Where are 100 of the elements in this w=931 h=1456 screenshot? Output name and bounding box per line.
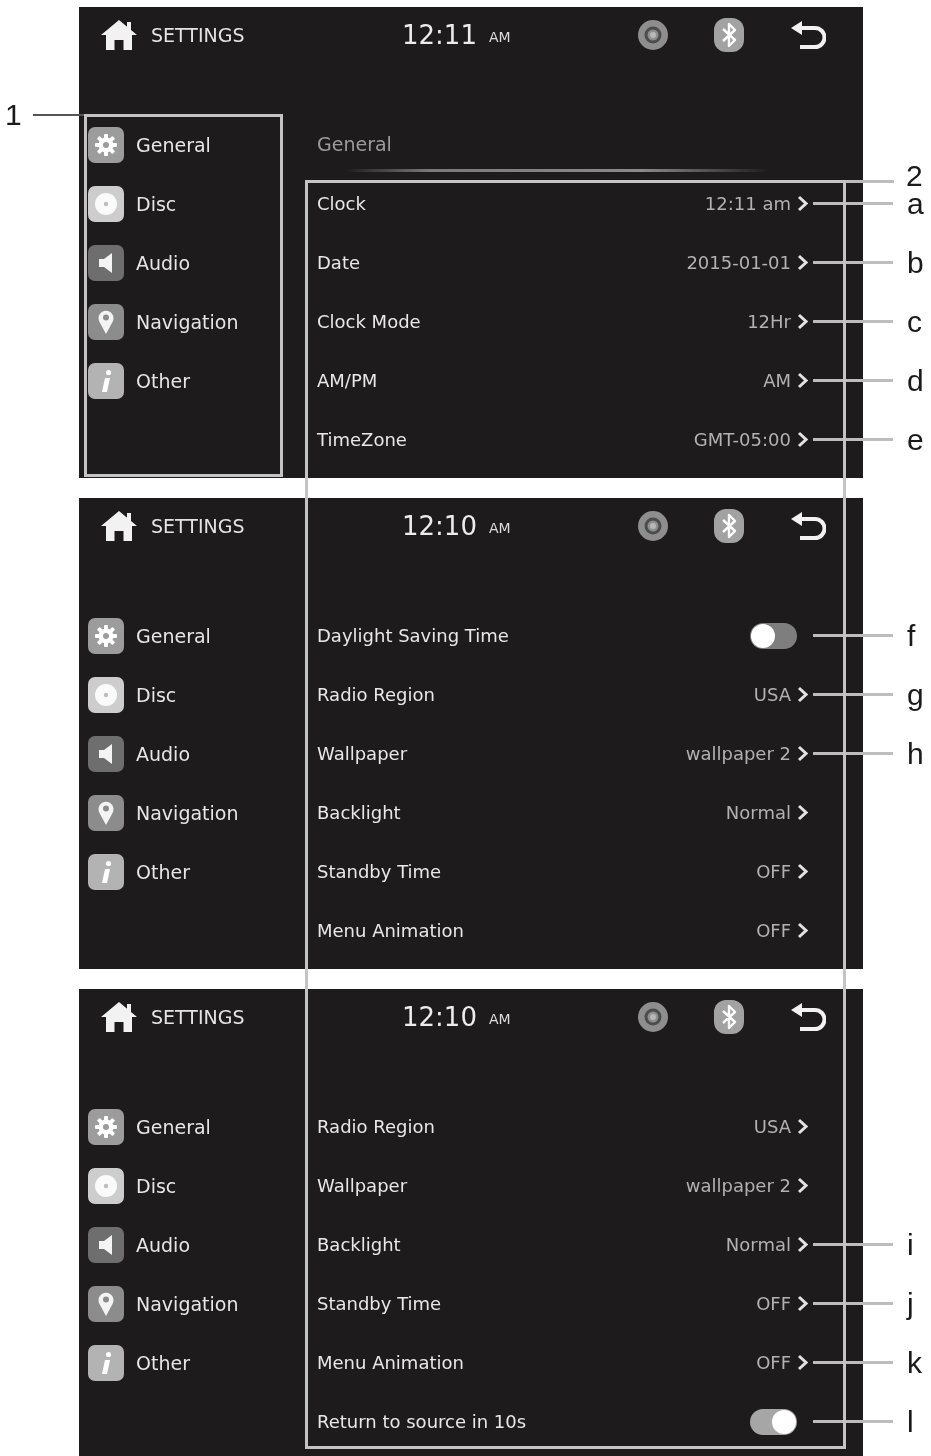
back-icon[interactable]	[790, 511, 826, 541]
setting-label[interactable]: Clock Mode	[317, 311, 748, 332]
home-icon[interactable]	[100, 1001, 138, 1033]
sidebar-item[interactable]: General	[136, 1115, 211, 1138]
chevron-right-icon[interactable]	[797, 254, 808, 271]
sidebar-item[interactable]: Disc	[136, 192, 177, 215]
chevron-right-icon[interactable]	[797, 922, 808, 939]
map-pin-icon[interactable]	[88, 303, 124, 340]
setting-label[interactable]: Backlight	[317, 1234, 726, 1255]
setting-label[interactable]: Backlight	[317, 802, 726, 823]
chevron-right-icon[interactable]	[797, 686, 808, 703]
callout-letter: k	[907, 1347, 922, 1378]
callout-letter: i	[907, 1229, 914, 1260]
callout-number: 1	[5, 100, 22, 130]
setting-label[interactable]: Menu Animation	[317, 1352, 757, 1373]
am-pm-label: AM	[488, 1011, 511, 1027]
sidebar-item[interactable]: Disc	[136, 683, 177, 706]
info-icon[interactable]	[88, 1344, 124, 1381]
leader-line	[32, 114, 84, 116]
setting-label[interactable]: Menu Animation	[317, 920, 757, 941]
gear-icon[interactable]	[88, 1108, 124, 1145]
toggle-switch[interactable]	[750, 622, 797, 649]
sidebar-item[interactable]: Other	[136, 860, 190, 883]
bluetooth-icon[interactable]	[714, 18, 744, 52]
chevron-right-icon[interactable]	[797, 745, 808, 762]
sidebar-item[interactable]: Audio	[136, 251, 190, 274]
setting-label[interactable]: Radio Region	[317, 684, 754, 705]
chevron-right-icon[interactable]	[797, 1295, 808, 1312]
callout-letter: d	[907, 365, 924, 396]
setting-label[interactable]: Daylight Saving Time	[317, 625, 750, 646]
map-pin-icon[interactable]	[88, 1285, 124, 1322]
section-title: General	[317, 133, 392, 155]
setting-label[interactable]: Date	[317, 252, 687, 273]
setting-label[interactable]: Standby Time	[317, 861, 757, 882]
sidebar-item[interactable]: Navigation	[136, 801, 239, 824]
setting-value: 12:11 am	[704, 193, 791, 214]
map-pin-icon[interactable]	[88, 794, 124, 831]
gear-icon[interactable]	[88, 617, 124, 654]
callout-letter: f	[907, 620, 916, 651]
chevron-right-icon[interactable]	[797, 1354, 808, 1371]
sidebar-item[interactable]: Navigation	[136, 310, 239, 333]
setting-value: USA	[753, 1116, 791, 1137]
setting-label[interactable]: AM/PM	[317, 370, 764, 391]
setting-label[interactable]: Wallpaper	[317, 1175, 686, 1196]
setting-label[interactable]: Clock	[317, 193, 705, 214]
sidebar-item[interactable]: Navigation	[136, 1292, 239, 1315]
setting-value: wallpaper 2	[685, 1175, 791, 1196]
leader-line	[846, 179, 894, 183]
callout-letter: h	[907, 738, 924, 769]
callout-number: 2	[906, 161, 923, 191]
chevron-right-icon[interactable]	[797, 372, 808, 389]
home-icon[interactable]	[100, 510, 138, 542]
toggle-switch[interactable]	[750, 1408, 797, 1435]
back-icon[interactable]	[790, 20, 826, 50]
info-icon[interactable]	[88, 853, 124, 890]
sidebar-item[interactable]: Audio	[136, 1233, 190, 1256]
callout-letter: g	[907, 679, 924, 710]
sidebar-item[interactable]: Other	[136, 369, 190, 392]
setting-label[interactable]: Return to source in 10s	[317, 1411, 750, 1432]
chevron-right-icon[interactable]	[797, 313, 808, 330]
chevron-right-icon[interactable]	[797, 1118, 808, 1135]
gear-icon[interactable]	[88, 126, 124, 163]
info-icon[interactable]	[88, 362, 124, 399]
chevron-right-icon[interactable]	[797, 863, 808, 880]
setting-label[interactable]: Radio Region	[317, 1116, 754, 1137]
chevron-right-icon[interactable]	[797, 195, 808, 212]
callout-letter: a	[907, 188, 924, 219]
clock-time: 12:10	[402, 1002, 477, 1032]
disc-icon[interactable]	[638, 20, 668, 50]
chevron-right-icon[interactable]	[797, 431, 808, 448]
setting-value: GMT-05:00	[693, 429, 791, 450]
chevron-right-icon[interactable]	[797, 1177, 808, 1194]
sidebar-item[interactable]: General	[136, 624, 211, 647]
screen-title: SETTINGS	[151, 24, 245, 46]
chevron-right-icon[interactable]	[797, 804, 808, 821]
setting-value: 2015-01-01	[686, 252, 791, 273]
home-icon[interactable]	[100, 19, 138, 51]
sidebar-item[interactable]: Disc	[136, 1174, 177, 1197]
setting-value: OFF	[756, 920, 791, 941]
setting-label[interactable]: TimeZone	[317, 429, 694, 450]
setting-label[interactable]: Standby Time	[317, 1293, 757, 1314]
speaker-icon[interactable]	[88, 735, 124, 772]
am-pm-label: AM	[488, 520, 511, 536]
disc-icon[interactable]	[638, 1002, 668, 1032]
setting-value: Normal	[725, 1234, 791, 1255]
setting-label[interactable]: Wallpaper	[317, 743, 686, 764]
sidebar-item[interactable]: General	[136, 133, 211, 156]
sidebar-item[interactable]: Other	[136, 1351, 190, 1374]
setting-value: Normal	[725, 802, 791, 823]
bluetooth-icon[interactable]	[714, 1000, 744, 1034]
disc-icon[interactable]	[638, 511, 668, 541]
setting-value: OFF	[756, 1352, 791, 1373]
speaker-icon[interactable]	[88, 1226, 124, 1263]
speaker-icon[interactable]	[88, 244, 124, 281]
back-icon[interactable]	[790, 1002, 826, 1032]
chevron-right-icon[interactable]	[797, 1236, 808, 1253]
bluetooth-icon[interactable]	[714, 509, 744, 543]
sidebar-item[interactable]: Audio	[136, 742, 190, 765]
setting-value: 12Hr	[747, 311, 791, 332]
screen-title: SETTINGS	[151, 1006, 245, 1028]
